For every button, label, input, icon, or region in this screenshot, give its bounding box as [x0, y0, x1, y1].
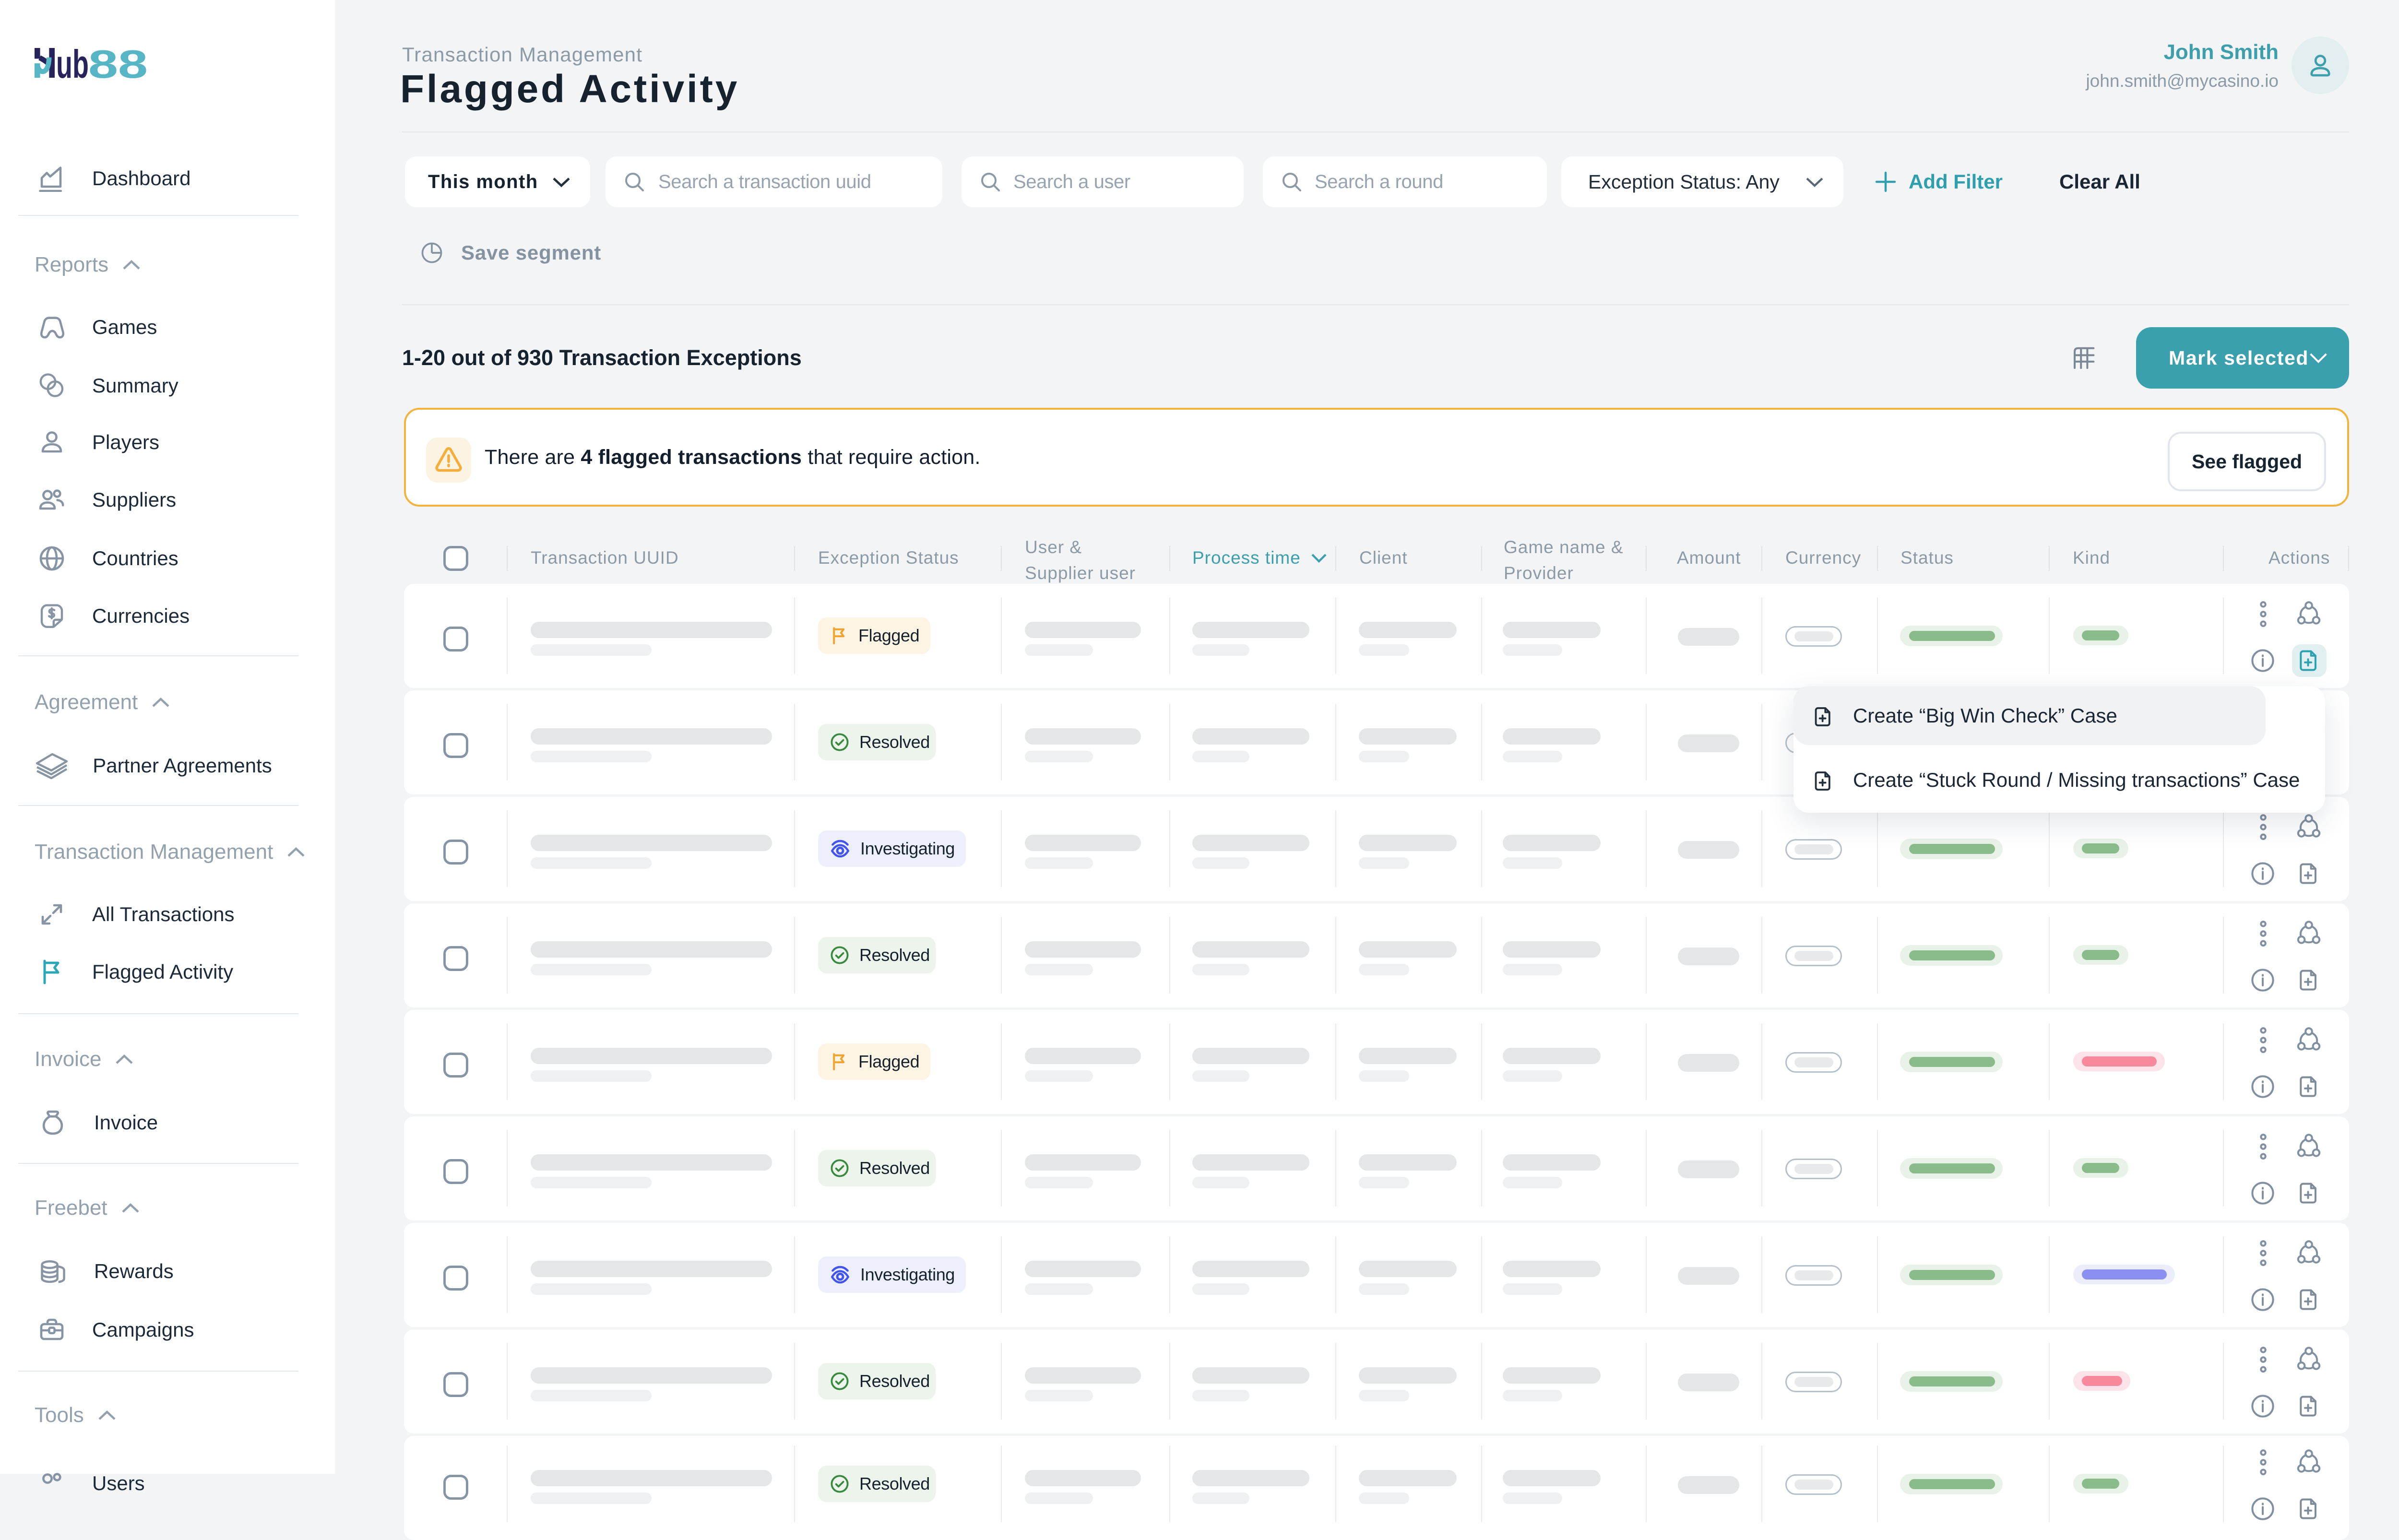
- svg-text:ub: ub: [56, 44, 89, 83]
- svg-text:88: 88: [88, 44, 148, 83]
